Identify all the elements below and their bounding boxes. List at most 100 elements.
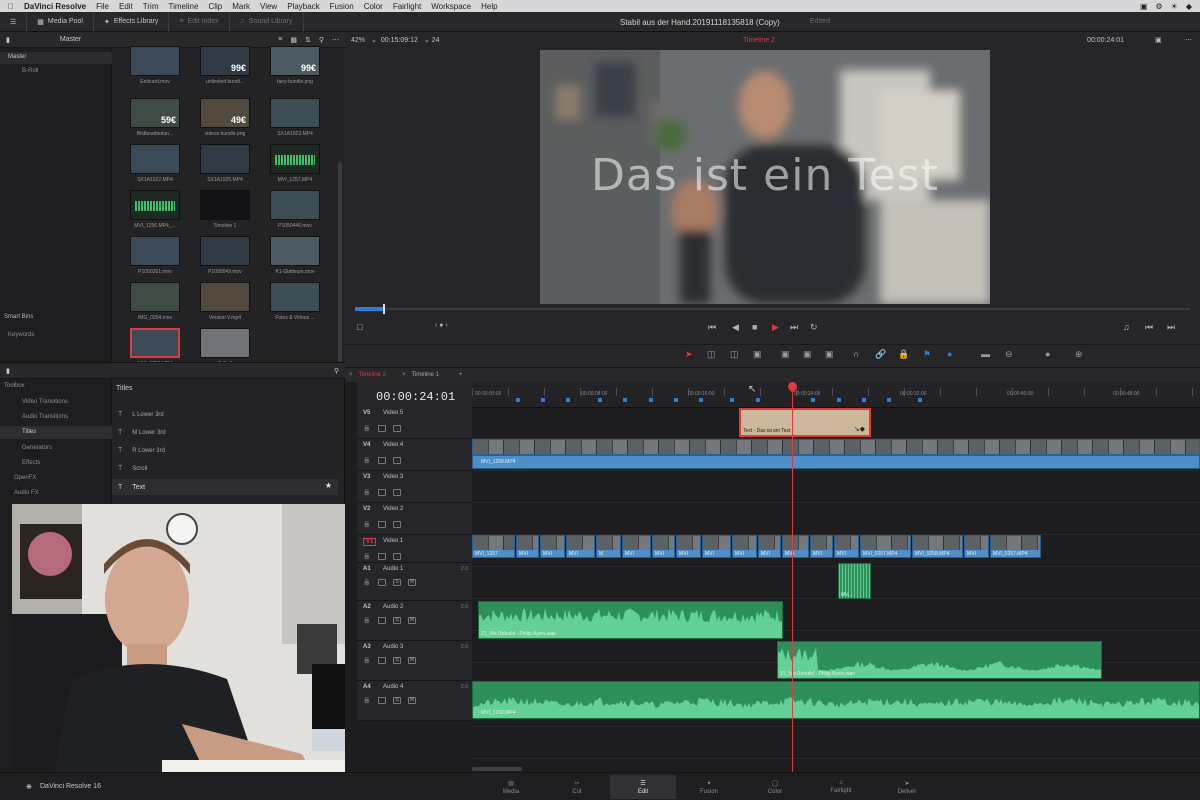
v4-clip[interactable]: MVI_1259.MP4 <box>472 455 1200 469</box>
menu-playback[interactable]: Playback <box>287 2 319 11</box>
app-name[interactable]: DaVinci Resolve <box>24 2 86 11</box>
title-item-r-lower[interactable]: TR Lower 3rd <box>118 445 338 459</box>
prev-edit-icon[interactable]: ⏮ <box>1145 322 1153 333</box>
track-header-v5[interactable]: V5 Video 5 🔒 <box>357 407 472 439</box>
v1-clip[interactable]: MVI <box>810 535 833 558</box>
video-toggle-icon[interactable] <box>393 457 401 464</box>
layout-icon[interactable]: ▣ <box>1155 36 1162 44</box>
track-id[interactable]: A3 <box>363 644 371 650</box>
track-header-a3[interactable]: A3 Audio 3 2.0 🔒 S M <box>357 641 472 681</box>
jog-left-icon[interactable]: ‹ ● › <box>435 322 448 329</box>
trim-tool-icon[interactable]: ◫ <box>707 349 716 360</box>
v1-clip[interactable]: MVI_0257.MP4 <box>990 535 1041 558</box>
auto-select-icon[interactable] <box>378 521 386 528</box>
track-header-a4[interactable]: A4 Audio 4 2.0 🔒 S M <box>357 681 472 721</box>
media-clip-thumbnail[interactable] <box>270 98 320 128</box>
timeline-marker[interactable] <box>837 398 841 402</box>
v1-clip[interactable]: MVI <box>540 535 565 558</box>
list-view-icon[interactable]: ≡ <box>278 36 282 44</box>
a3-clip[interactable]: 21_We Rebuild - Philip Ayers.wav <box>777 641 1102 679</box>
media-pool-button[interactable]: ▦ Media Pool <box>27 11 94 32</box>
a2-clip[interactable]: 21_We Rebuild - Philip Ayers.wav <box>478 601 783 639</box>
video-toggle-icon[interactable] <box>393 553 401 560</box>
timeline-marker[interactable] <box>730 398 734 402</box>
page-edit-button[interactable]: ☰ Edit <box>610 775 676 799</box>
effects-library-button[interactable]: ✦ Effects Library <box>94 11 170 32</box>
v1-clip[interactable]: MVI <box>676 535 701 558</box>
timeline-scrollbar[interactable] <box>472 767 522 771</box>
timeline-marker[interactable] <box>887 398 891 402</box>
menu-fusion[interactable]: Fusion <box>330 2 354 11</box>
auto-select-icon[interactable] <box>378 697 386 704</box>
track-header-v4[interactable]: V4 Video 4 🔒 <box>357 439 472 471</box>
menu-color[interactable]: Color <box>364 2 383 11</box>
favorite-star-icon[interactable]: ★ <box>325 481 332 490</box>
track-id[interactable]: A2 <box>363 604 371 610</box>
skip-forward-icon[interactable]: ⏭ <box>790 322 798 333</box>
viewer-zoom[interactable]: 42% <box>351 37 365 44</box>
timeline-marker[interactable] <box>541 398 545 402</box>
audio-monitor-icon[interactable]: ♫ <box>1123 322 1130 332</box>
zoom-out-icon[interactable]: ⊖ <box>1005 349 1013 360</box>
solo-icon[interactable]: S <box>393 657 401 664</box>
media-clip-thumbnail[interactable] <box>130 144 180 174</box>
timeline-ruler[interactable]: 00:00:00:00 00:00:08:00 00:00:16:00 00:0… <box>472 382 1200 408</box>
page-fairlight-button[interactable]: ♫ Fairlight <box>808 775 874 799</box>
track-id[interactable]: A1 <box>363 566 371 572</box>
menu-workspace[interactable]: Workspace <box>431 2 471 11</box>
menu-view[interactable]: View <box>260 2 277 11</box>
track-id[interactable]: A4 <box>363 684 371 690</box>
media-clip-thumbnail[interactable] <box>270 282 320 312</box>
playhead-line[interactable] <box>792 388 793 772</box>
chevron-down-icon[interactable]: ⌄ <box>424 36 430 44</box>
apple-icon[interactable]:  <box>8 2 14 11</box>
page-deliver-button[interactable]: ➤ Deliver <box>874 775 940 799</box>
track-id[interactable]: V5 <box>363 410 370 416</box>
menu-edit[interactable]: Edit <box>119 2 133 11</box>
media-clip-thumbnail[interactable] <box>270 144 320 174</box>
media-clip-thumbnail[interactable] <box>200 282 250 312</box>
solo-icon[interactable]: S <box>393 579 401 586</box>
dynamic-trim-icon[interactable]: ◫ <box>730 349 739 360</box>
page-color-button[interactable]: ◯ Color <box>742 775 808 799</box>
chevron-down-icon[interactable]: ⌄ <box>371 36 377 44</box>
menu-help[interactable]: Help <box>481 2 497 11</box>
media-clip-thumbnail[interactable] <box>200 144 250 174</box>
titles-item[interactable]: Titles <box>22 429 36 435</box>
track-id[interactable]: V1 <box>363 538 377 546</box>
sound-library-button[interactable]: ♫ Sound Library <box>230 11 304 32</box>
media-clip-thumbnail[interactable]: 99€ <box>270 46 320 76</box>
flag-icon[interactable]: ⚑ <box>923 349 931 360</box>
v4-filmstrip[interactable] <box>472 439 1200 455</box>
menu-mark[interactable]: Mark <box>232 2 250 11</box>
media-clip-thumbnail[interactable] <box>130 236 180 266</box>
status-icon-1[interactable]: ▣ <box>1140 2 1148 11</box>
more-options-icon[interactable]: ⋯ <box>332 36 339 44</box>
blade-tool-icon[interactable]: ▣ <box>753 349 762 360</box>
lock-icon[interactable]: 🔒 <box>363 489 371 496</box>
loop-icon[interactable]: ↻ <box>810 322 818 333</box>
generators-item[interactable]: Generators <box>22 445 52 451</box>
timeline-marker[interactable] <box>918 398 922 402</box>
v1-clip[interactable]: M <box>596 535 621 558</box>
audio-fx-item[interactable]: Audio FX <box>14 490 39 496</box>
title-item-m-lower[interactable]: TM Lower 3rd <box>118 427 338 441</box>
next-edit-icon[interactable]: ⏭ <box>1167 322 1175 333</box>
search-icon[interactable]: ⚲ <box>319 36 324 44</box>
page-cut-button[interactable]: ✂ Cut <box>544 775 610 799</box>
zoom-slider-knob[interactable]: ● <box>1045 349 1050 359</box>
v1-clip[interactable]: MVI <box>516 535 539 558</box>
lock-icon[interactable]: 🔒 <box>363 457 371 464</box>
lock-icon[interactable]: 🔒 <box>363 521 371 528</box>
selection-tool-icon[interactable]: ➤ <box>685 349 693 360</box>
track-id[interactable]: V3 <box>363 474 370 480</box>
status-icon-2[interactable]: ⚙ <box>1156 2 1163 11</box>
video-toggle-icon[interactable] <box>393 425 401 432</box>
track-header-a2[interactable]: A2 Audio 2 2.0 🔒 S M <box>357 601 472 641</box>
media-clip-thumbnail[interactable] <box>130 328 180 358</box>
titles-item-bg[interactable] <box>0 426 112 439</box>
a4-clip[interactable]: MVI_1259.MP4 <box>472 681 1200 719</box>
page-media-button[interactable]: ▤ Media <box>478 775 544 799</box>
title-item-l-lower[interactable]: TL Lower 3rd <box>118 409 338 423</box>
video-frame[interactable]: Das ist ein Test <box>540 50 990 304</box>
